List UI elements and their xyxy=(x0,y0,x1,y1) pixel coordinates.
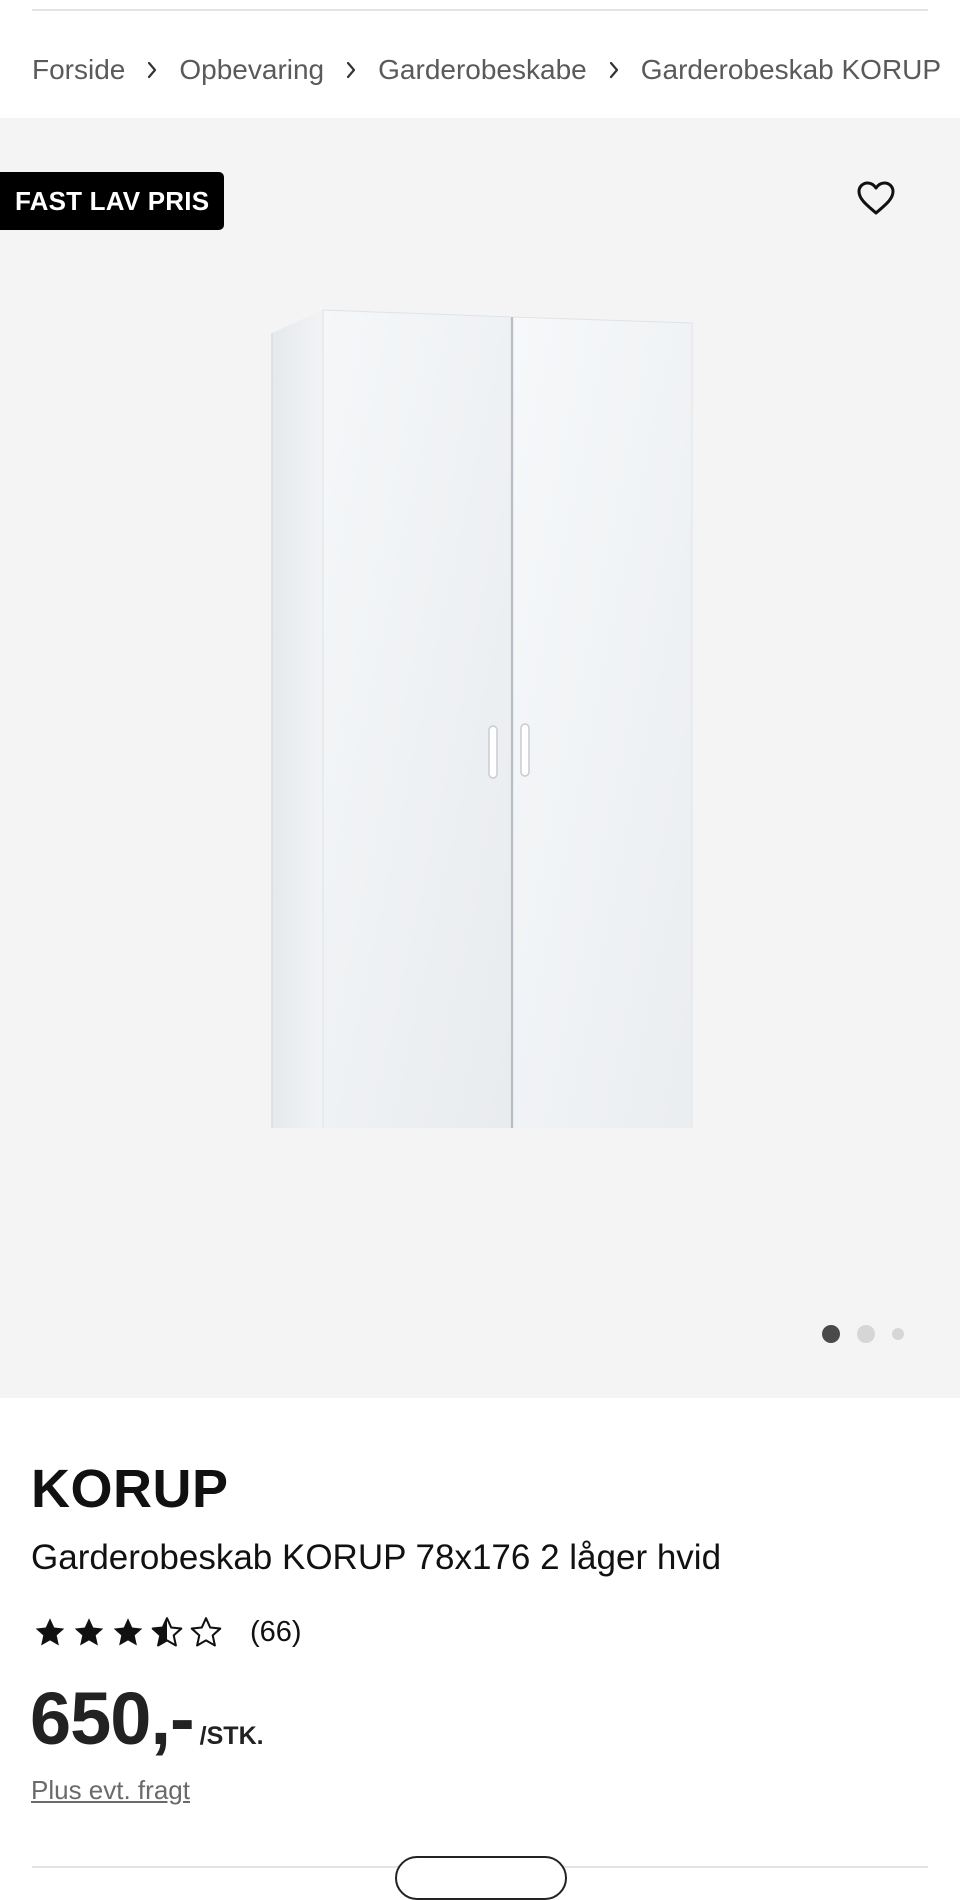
bottom-toggle-button[interactable] xyxy=(395,1856,567,1900)
star-empty-icon xyxy=(190,1616,222,1646)
star-full-icon xyxy=(74,1617,104,1645)
price-unit: /STK. xyxy=(199,1722,264,1750)
top-divider xyxy=(32,9,928,11)
product-gallery[interactable]: FAST LAV PRIS xyxy=(0,118,960,1398)
product-price: 650,- /STK. xyxy=(30,1676,264,1761)
favorite-button[interactable] xyxy=(851,173,901,223)
rating-stars xyxy=(32,1615,224,1650)
breadcrumb-storage[interactable]: Opbevaring xyxy=(179,54,324,86)
breadcrumb-wardrobes[interactable]: Garderobeskabe xyxy=(378,54,587,86)
gallery-dot-2[interactable] xyxy=(857,1325,875,1343)
breadcrumb-home[interactable]: Forside xyxy=(32,54,125,86)
chevron-right-icon xyxy=(125,60,179,80)
product-brand: KORUP xyxy=(31,1459,229,1519)
heart-outline-icon xyxy=(857,181,895,215)
star-half-icon xyxy=(151,1616,183,1646)
price-badge: FAST LAV PRIS xyxy=(0,172,225,230)
breadcrumb: Forside Opbevaring Garderobeskabe Garder… xyxy=(32,48,941,92)
breadcrumb-current[interactable]: Garderobeskab KORUP xyxy=(641,54,941,86)
star-full-icon xyxy=(35,1617,65,1645)
chevron-right-icon xyxy=(324,60,378,80)
price-value: 650,- xyxy=(30,1677,195,1760)
chevron-right-icon xyxy=(587,60,641,80)
product-name: Garderobeskab KORUP 78x176 2 låger hvid xyxy=(31,1538,722,1577)
freight-link[interactable]: Plus evt. fragt xyxy=(31,1775,190,1806)
review-count[interactable]: (66) xyxy=(250,1616,302,1649)
gallery-pagination xyxy=(822,1325,904,1343)
product-rating[interactable]: (66) xyxy=(32,1608,302,1656)
star-full-icon xyxy=(113,1617,143,1645)
gallery-dot-3[interactable] xyxy=(892,1328,904,1340)
wardrobe-product-image[interactable] xyxy=(262,308,702,1128)
gallery-dot-1[interactable] xyxy=(822,1325,840,1343)
